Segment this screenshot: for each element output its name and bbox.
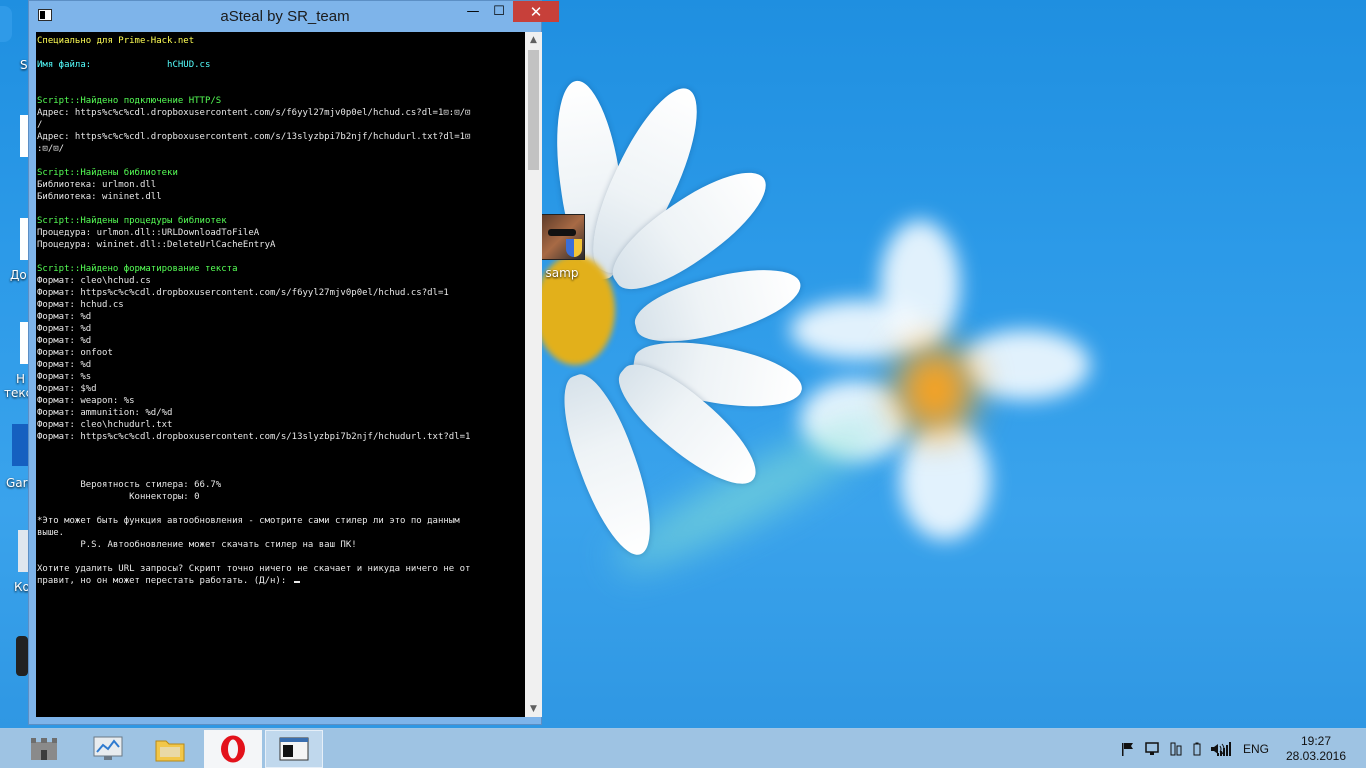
text-cursor xyxy=(293,581,300,583)
console-line: Адрес: https%c%c%cdl.dropboxusercontent.… xyxy=(37,132,471,142)
taskbar-clock[interactable]: 19:27 28.03.2016 xyxy=(1276,734,1356,764)
console-line: Адрес: https%c%c%cdl.dropboxusercontent.… xyxy=(37,108,471,118)
scroll-down-arrow-icon[interactable]: ▼ xyxy=(525,701,542,717)
console-line: Процедура: urlmon.dll::URLDownloadToFile… xyxy=(37,228,260,238)
background-flower-petal xyxy=(880,220,960,350)
console-window[interactable]: aSteal by SR_team — ☐ ✕ Специально для P… xyxy=(28,0,559,725)
console-icon xyxy=(279,737,309,761)
console-line: Формат: hchud.cs xyxy=(37,300,124,310)
opera-icon xyxy=(221,735,245,763)
desktop-icon-label-fragment: До xyxy=(10,268,27,282)
console-line: P.S. Автообновление может скачать стилер… xyxy=(37,540,357,550)
desktop-icon-fragment[interactable] xyxy=(0,6,14,48)
console-line: Хотите удалить URL запросы? Скрипт точно… xyxy=(37,564,471,574)
console-line: Формат: https%c%c%cdl.dropboxusercontent… xyxy=(37,432,471,442)
minimize-button[interactable]: — xyxy=(460,1,486,22)
samp-icon xyxy=(539,214,585,260)
scrollbar-thumb[interactable] xyxy=(528,50,539,170)
taskbar: ENG 19:27 28.03.2016 xyxy=(0,728,1366,768)
taskbar-app-castle[interactable] xyxy=(15,730,73,768)
taskbar-app-monitor[interactable] xyxy=(79,730,137,768)
folder-icon xyxy=(155,740,185,762)
console-line: выше. xyxy=(37,528,65,538)
console-line: Script::Найдены процедуры библиотек xyxy=(37,216,227,226)
console-line: Формат: $%d xyxy=(37,384,97,394)
desktop-icon-fragment[interactable] xyxy=(20,322,28,364)
taskbar-app-console[interactable] xyxy=(265,730,323,768)
desktop-icon-fragment[interactable] xyxy=(18,530,28,572)
background-flower-center xyxy=(895,345,975,435)
console-line: Процедура: wininet.dll::DeleteUrlCacheEn… xyxy=(37,240,276,250)
console-line: Библиотека: wininet.dll xyxy=(37,192,162,202)
console-line: Формат: %s xyxy=(37,372,92,382)
clock-date: 28.03.2016 xyxy=(1285,749,1347,763)
scroll-up-arrow-icon[interactable]: ▲ xyxy=(525,32,542,48)
console-line: Специально для Prime-Hack.net xyxy=(37,36,195,46)
background-flower-petal xyxy=(960,330,1090,400)
console-text: Специально для Prime-Hack.net Имя файла:… xyxy=(37,35,470,587)
desktop-icon-fragment[interactable] xyxy=(20,218,28,260)
desktop-icon-label-fragment: Н xyxy=(16,372,26,386)
console-line: Формат: cleo\hchudurl.txt xyxy=(37,420,173,430)
network-status-icon[interactable] xyxy=(1145,741,1161,757)
castle-icon xyxy=(31,738,57,760)
console-line: правит, но он может перестать работать. … xyxy=(37,576,292,586)
console-line: Script::Найдено подключение HTTP/S xyxy=(37,96,222,106)
wifi-signal-icon[interactable] xyxy=(1216,741,1232,757)
console-line: Библиотека: urlmon.dll xyxy=(37,180,157,190)
console-line: Script::Найдены библиотеки xyxy=(37,168,178,178)
language-indicator[interactable]: ENG xyxy=(1243,742,1269,756)
window-titlebar[interactable]: aSteal by SR_team — ☐ ✕ xyxy=(29,1,559,31)
flower-stem xyxy=(605,402,895,588)
vertical-scrollbar[interactable]: ▲ ▼ xyxy=(525,32,542,717)
taskbar-app-explorer[interactable] xyxy=(141,730,199,768)
maximize-button[interactable]: ☐ xyxy=(486,1,512,22)
console-line: / xyxy=(37,120,43,130)
background-flower-petal xyxy=(900,420,990,540)
flag-icon[interactable] xyxy=(1120,741,1136,757)
console-line: Формат: onfoot xyxy=(37,348,113,358)
console-line: Формат: %d xyxy=(37,324,92,334)
desktop-icon-fragment[interactable] xyxy=(12,424,28,466)
desktop-icon-fragment[interactable] xyxy=(16,636,28,676)
taskbar-app-opera[interactable] xyxy=(204,730,262,768)
console-line: Имя файла: hCHUD.cs xyxy=(37,60,211,70)
console-line: Формат: %d xyxy=(37,336,92,346)
console-line: Формат: ammunition: %d/%d xyxy=(37,408,173,418)
console-line: Формат: %d xyxy=(37,360,92,370)
console-line: *Это может быть функция автообновления -… xyxy=(37,516,460,526)
battery-icon[interactable] xyxy=(1190,741,1204,757)
console-line: Формат: https%c%c%cdl.dropboxusercontent… xyxy=(37,288,449,298)
console-line: Script::Найдено форматирование текста xyxy=(37,264,238,274)
console-line: Коннекторы: 0 xyxy=(37,492,200,502)
console-line: Формат: cleo\hchud.cs xyxy=(37,276,151,286)
console-output-area[interactable]: Специально для Prime-Hack.net Имя файла:… xyxy=(36,32,525,717)
desktop-icon-label-fragment: S xyxy=(20,58,28,72)
console-line: Формат: %d xyxy=(37,312,92,322)
console-line: Формат: weapon: %s xyxy=(37,396,135,406)
monitor-icon xyxy=(93,736,123,760)
clock-time: 19:27 xyxy=(1300,734,1332,748)
console-line: :⊡/⊡/ xyxy=(37,144,65,154)
display-icon[interactable] xyxy=(1168,741,1184,757)
console-line: Вероятность стилера: 66.7% xyxy=(37,480,222,490)
close-button[interactable]: ✕ xyxy=(513,1,559,22)
desktop-icon-fragment[interactable] xyxy=(20,115,28,157)
